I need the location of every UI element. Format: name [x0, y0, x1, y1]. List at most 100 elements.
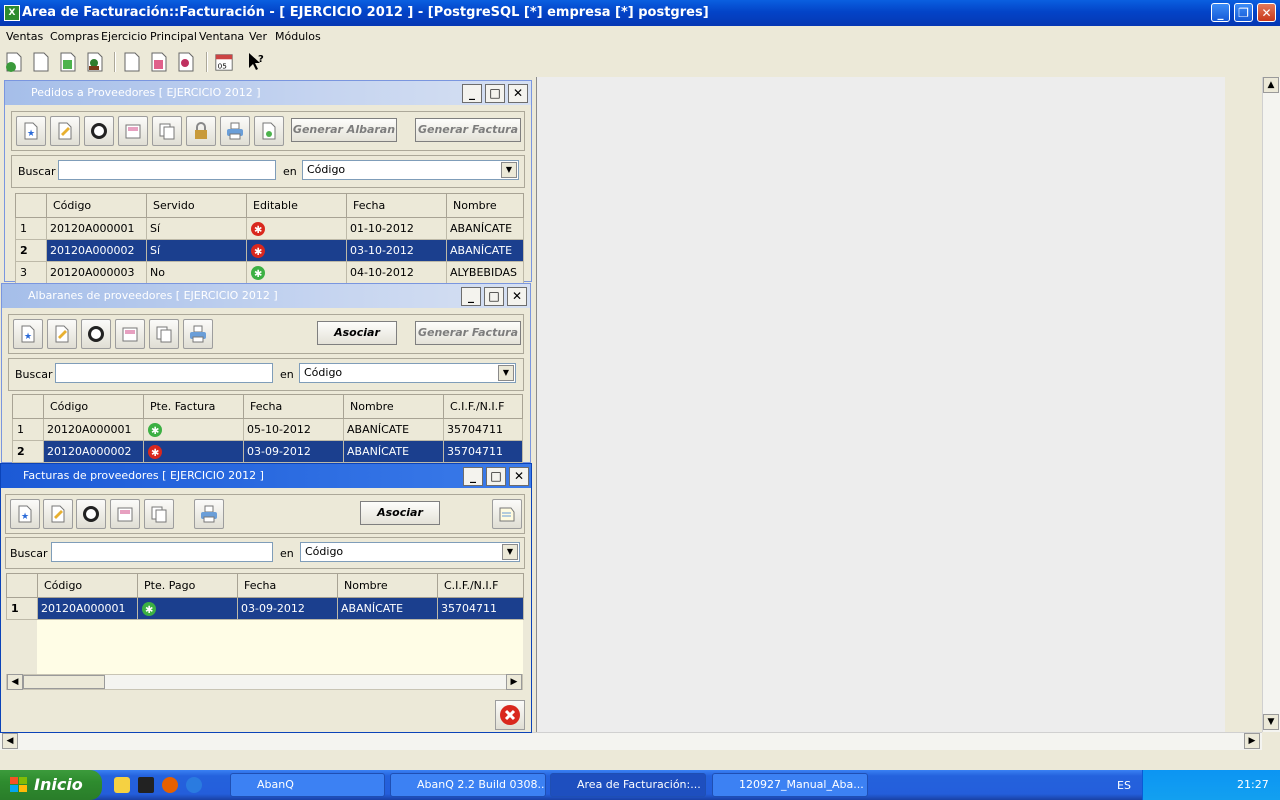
facturas-close-button[interactable]: ✕	[509, 467, 529, 486]
delete-record-icon[interactable]	[76, 499, 106, 529]
document-export-icon[interactable]	[254, 116, 284, 146]
copy-record-icon[interactable]	[152, 116, 182, 146]
facturas-hscrollbar[interactable]: ◀ ▶	[6, 674, 523, 690]
albaranes-minimize-button[interactable]: _	[461, 287, 481, 306]
facturas-minimize-button[interactable]: _	[463, 467, 483, 486]
generar-factura-button[interactable]: Generar Factura	[415, 321, 521, 345]
column-header[interactable]: Pte. Pago	[137, 573, 238, 598]
facturas-search-input[interactable]	[51, 542, 273, 562]
pedidos-search-input[interactable]	[58, 160, 276, 180]
cube-pink-icon[interactable]	[149, 51, 169, 73]
print-icon[interactable]	[194, 499, 224, 529]
edit-record-icon[interactable]	[50, 116, 80, 146]
print-icon[interactable]	[220, 116, 250, 146]
scroll-left-icon[interactable]: ◀	[7, 674, 23, 690]
scroll-right-icon[interactable]: ▶	[1244, 733, 1260, 749]
lock-icon[interactable]	[186, 116, 216, 146]
pedidos-maximize-button[interactable]: □	[485, 84, 505, 103]
vertical-scrollbar[interactable]: ▲ ▼	[1262, 77, 1280, 732]
facturas-titlebar[interactable]: Facturas de proveedores [ EJERCICIO 2012…	[1, 464, 531, 488]
scroll-right-icon[interactable]: ▶	[506, 674, 522, 690]
minimize-button[interactable]: _	[1211, 3, 1230, 22]
facturas-field-select[interactable]: Código ▼	[300, 542, 520, 562]
firefox-icon[interactable]	[162, 777, 178, 793]
copy-record-icon[interactable]	[149, 319, 179, 349]
generar-albaran-button[interactable]: Generar Albaran	[291, 118, 397, 142]
column-header[interactable]: Código	[43, 394, 144, 419]
print-icon[interactable]	[183, 319, 213, 349]
column-header[interactable]: Fecha	[243, 394, 344, 419]
albaranes-search-input[interactable]	[55, 363, 273, 383]
column-header[interactable]: Servido	[146, 193, 247, 218]
horizontal-scrollbar[interactable]: ◀ ▶	[0, 732, 1262, 750]
quicklaunch-icon[interactable]	[114, 777, 130, 793]
column-header[interactable]: Editable	[246, 193, 347, 218]
menu-modulos[interactable]: Módulos	[275, 30, 321, 43]
table-row[interactable]: 1 20120A000001 Sí ✱ 01-10-2012 ABANÍCATE	[15, 217, 524, 240]
column-header[interactable]: Pte. Factura	[143, 394, 244, 419]
document-green-icon[interactable]	[4, 51, 24, 73]
window-titlebar[interactable]: X Area de Facturación::Facturación - [ E…	[0, 0, 1280, 26]
delete-record-icon[interactable]	[84, 116, 114, 146]
albaranes-maximize-button[interactable]: □	[484, 287, 504, 306]
menu-ventana[interactable]: Ventana	[199, 30, 244, 43]
albaranes-close-button[interactable]: ✕	[507, 287, 527, 306]
document-pink-person-icon[interactable]	[176, 51, 196, 73]
copy-record-icon[interactable]	[144, 499, 174, 529]
close-button[interactable]: ✕	[1257, 3, 1276, 22]
view-record-icon[interactable]	[118, 116, 148, 146]
chevron-down-icon[interactable]: ▼	[498, 365, 514, 381]
task-abanq[interactable]: AbanQ	[230, 773, 385, 797]
menu-ver[interactable]: Ver	[249, 30, 267, 43]
asociar-button[interactable]: Asociar	[317, 321, 397, 345]
column-header[interactable]: Fecha	[346, 193, 447, 218]
language-indicator[interactable]: ES	[1117, 779, 1131, 792]
document-person-icon[interactable]	[85, 51, 105, 73]
pedidos-field-select[interactable]: Código ▼	[302, 160, 519, 180]
table-row[interactable]: 2 20120A000002 ✱ 03-09-2012 ABANÍCATE 3570471…	[12, 440, 523, 463]
notes-icon[interactable]	[492, 499, 522, 529]
scroll-thumb[interactable]	[23, 675, 105, 689]
menu-ejercicio[interactable]: Ejercicio	[101, 30, 147, 43]
calendar-icon[interactable]: 05	[214, 51, 234, 73]
generar-factura-button[interactable]: Generar Factura	[415, 118, 521, 142]
pedidos-close-button[interactable]: ✕	[508, 84, 528, 103]
chevron-down-icon[interactable]: ▼	[501, 162, 517, 178]
asociar-button[interactable]: Asociar	[360, 501, 440, 525]
edit-record-icon[interactable]	[47, 319, 77, 349]
document-icon[interactable]	[31, 51, 51, 73]
column-header[interactable]: Código	[37, 573, 138, 598]
help-cursor-icon[interactable]: ?	[246, 51, 266, 73]
view-record-icon[interactable]	[110, 499, 140, 529]
table-row[interactable]: 1 20120A000001 ✱ 03-09-2012 ABANÍCATE 3570471…	[6, 597, 524, 620]
delete-record-icon[interactable]	[81, 319, 111, 349]
restore-button[interactable]: ❐	[1234, 3, 1253, 22]
column-header[interactable]: Nombre	[446, 193, 524, 218]
table-row[interactable]: 1 20120A000001 ✱ 05-10-2012 ABANÍCATE 3570471…	[12, 418, 523, 441]
column-header[interactable]: Código	[46, 193, 147, 218]
table-row[interactable]: 3 20120A000003 No ✱ 04-10-2012 ALYBEBIDAS	[15, 261, 524, 284]
media-player-icon[interactable]	[186, 777, 202, 793]
new-record-icon[interactable]: ★	[13, 319, 43, 349]
new-record-icon[interactable]: ★	[10, 499, 40, 529]
close-form-button[interactable]	[495, 700, 525, 730]
scroll-up-icon[interactable]: ▲	[1263, 77, 1279, 93]
column-header[interactable]: C.I.F./N.I.F	[437, 573, 524, 598]
cube-green-icon[interactable]	[58, 51, 78, 73]
scroll-down-icon[interactable]: ▼	[1263, 714, 1279, 730]
view-record-icon[interactable]	[115, 319, 145, 349]
facturas-maximize-button[interactable]: □	[486, 467, 506, 486]
new-record-icon[interactable]: ★	[16, 116, 46, 146]
menu-principal[interactable]: Principal	[150, 30, 197, 43]
column-header[interactable]: Nombre	[337, 573, 438, 598]
menu-ventas[interactable]: Ventas	[6, 30, 43, 43]
pedidos-minimize-button[interactable]: _	[462, 84, 482, 103]
chevron-down-icon[interactable]: ▼	[502, 544, 518, 560]
task-area-facturacion[interactable]: Area de Facturación:...	[550, 773, 706, 797]
edit-record-icon[interactable]	[43, 499, 73, 529]
document-pink-icon[interactable]	[122, 51, 142, 73]
albaranes-field-select[interactable]: Código ▼	[299, 363, 516, 383]
scroll-left-icon[interactable]: ◀	[2, 733, 18, 749]
pedidos-titlebar[interactable]: Pedidos a Proveedores [ EJERCICIO 2012 ]…	[5, 81, 531, 105]
start-button[interactable]: Inicio	[0, 770, 102, 800]
